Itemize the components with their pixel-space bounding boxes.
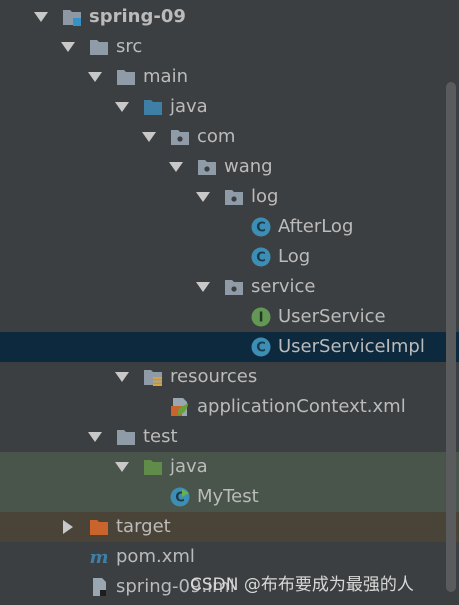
tree-row-main[interactable]: main xyxy=(0,62,459,92)
test-class-icon: C xyxy=(170,487,190,507)
tree-row-java-main[interactable]: java xyxy=(0,92,459,122)
tree-row-log-class[interactable]: C Log xyxy=(0,242,459,272)
tree-row-wang[interactable]: wang xyxy=(0,152,459,182)
class-icon: C xyxy=(251,337,271,357)
package-icon xyxy=(198,160,216,175)
tree-row-afterlog[interactable]: C AfterLog xyxy=(0,212,459,242)
svg-text:m: m xyxy=(89,547,108,567)
tree-row-mytest[interactable]: C MyTest xyxy=(0,482,459,512)
collapse-arrow-icon[interactable] xyxy=(115,372,129,382)
package-icon xyxy=(225,280,243,295)
collapse-arrow-icon[interactable] xyxy=(196,192,210,202)
resources-folder-icon xyxy=(144,370,162,386)
target-label: target xyxy=(116,516,171,537)
collapse-arrow-icon[interactable] xyxy=(142,132,156,142)
package-icon xyxy=(171,130,189,145)
appcontext-label: applicationContext.xml xyxy=(197,396,406,417)
module-folder-icon xyxy=(63,10,81,26)
collapse-arrow-icon[interactable] xyxy=(115,462,129,472)
collapse-arrow-icon[interactable] xyxy=(115,102,129,112)
wang-label: wang xyxy=(224,156,273,177)
folder-icon xyxy=(117,430,135,445)
tree-row-service[interactable]: service xyxy=(0,272,459,302)
tree-row-test[interactable]: test xyxy=(0,422,459,452)
resources-label: resources xyxy=(170,366,258,387)
maven-icon: m xyxy=(89,547,108,567)
src-label: src xyxy=(116,36,143,57)
collapse-arrow-icon[interactable] xyxy=(88,72,102,82)
mytest-label: MyTest xyxy=(197,486,259,507)
tree-row-com[interactable]: com xyxy=(0,122,459,152)
main-label: main xyxy=(143,66,188,87)
source-folder-icon xyxy=(144,100,162,115)
tree-row-src[interactable]: src xyxy=(0,32,459,62)
java-main-label: java xyxy=(170,96,208,117)
svg-text:I: I xyxy=(259,311,264,326)
collapse-arrow-icon[interactable] xyxy=(196,282,210,292)
tree-row-resources[interactable]: resources xyxy=(0,362,459,392)
userservice-label: UserService xyxy=(278,306,386,327)
tree-row-target[interactable]: target xyxy=(0,512,459,542)
test-source-folder-icon xyxy=(144,460,162,475)
collapse-arrow-icon[interactable] xyxy=(34,12,48,22)
collapse-arrow-icon[interactable] xyxy=(61,42,75,52)
collapse-arrow-icon[interactable] xyxy=(88,432,102,442)
java-test-label: java xyxy=(170,456,208,477)
module-file-icon xyxy=(93,578,106,596)
log-label: log xyxy=(251,186,279,207)
spring-xml-icon xyxy=(171,398,188,416)
folder-icon xyxy=(90,40,108,55)
tree-row-appcontext[interactable]: applicationContext.xml xyxy=(0,392,459,422)
collapse-arrow-icon[interactable] xyxy=(169,162,183,172)
tree-row-project[interactable]: spring-09 xyxy=(0,2,459,32)
package-icon xyxy=(225,190,243,205)
log-class-label: Log xyxy=(278,246,311,267)
folder-icon xyxy=(117,70,135,85)
com-label: com xyxy=(197,126,236,147)
project-label: spring-09 xyxy=(89,6,186,27)
tree-row-pom[interactable]: m pom.xml xyxy=(0,542,459,572)
vertical-scrollbar[interactable] xyxy=(446,82,456,592)
afterlog-label: AfterLog xyxy=(278,216,354,237)
expand-arrow-icon[interactable] xyxy=(63,520,73,534)
tree-row-userserviceimpl[interactable]: C UserServiceImpl xyxy=(0,332,459,362)
svg-text:C: C xyxy=(256,251,266,266)
svg-text:C: C xyxy=(256,221,266,236)
service-label: service xyxy=(251,276,316,297)
excluded-folder-icon xyxy=(90,520,108,535)
svg-text:C: C xyxy=(256,341,266,356)
userserviceimpl-label: UserServiceImpl xyxy=(278,336,425,357)
test-label: test xyxy=(143,426,178,447)
tree-row-java-test[interactable]: java xyxy=(0,452,459,482)
class-icon: C xyxy=(251,217,271,237)
pom-label: pom.xml xyxy=(116,546,195,567)
class-icon: C xyxy=(251,247,271,267)
tree-row-log[interactable]: log xyxy=(0,182,459,212)
tree-row-userservice[interactable]: I UserService xyxy=(0,302,459,332)
interface-icon: I xyxy=(251,307,271,327)
csdn-watermark: CSDN @布布要成为最强的人 xyxy=(190,575,414,595)
